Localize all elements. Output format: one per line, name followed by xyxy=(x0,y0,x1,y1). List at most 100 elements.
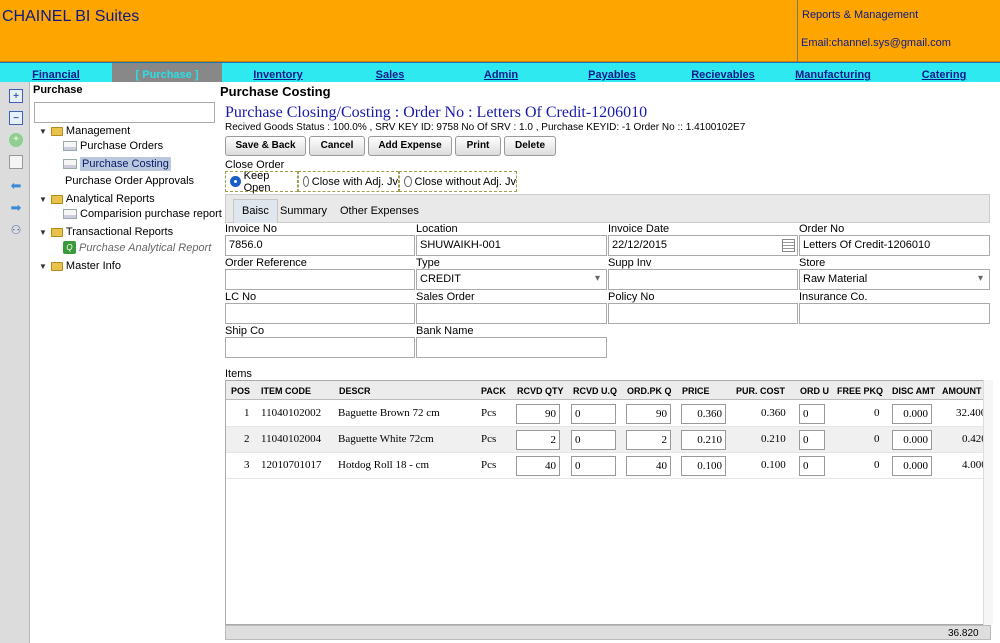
rcvd-uq-input[interactable]: 0 xyxy=(571,456,616,476)
disc-input[interactable]: 0.000 xyxy=(892,404,932,424)
nav-inventory[interactable]: Inventory xyxy=(228,69,328,81)
rcvd-qty-input[interactable]: 2 xyxy=(516,430,560,450)
tree-node-master-info[interactable]: ▼ Master Info xyxy=(39,260,121,272)
nav-purchase[interactable]: [ Purchase ] xyxy=(112,63,222,82)
cancel-button[interactable]: Cancel xyxy=(309,136,365,156)
document-icon xyxy=(63,159,77,169)
location-field[interactable]: SHUWAIKH-001 xyxy=(416,235,607,256)
radio-icon[interactable] xyxy=(303,176,309,187)
store-select[interactable]: Raw Material xyxy=(799,269,990,290)
total-amount: 36.820 xyxy=(948,628,979,639)
tree-node-management[interactable]: ▼ Management xyxy=(39,125,130,137)
tree-search-input[interactable] xyxy=(34,102,215,123)
radio-keep-open[interactable]: Keep Open xyxy=(225,170,298,194)
tab-summary[interactable]: Summary xyxy=(271,199,336,223)
radio-selected-icon[interactable] xyxy=(230,176,241,187)
cell-pur-cost: 0.100 xyxy=(761,459,786,471)
copy-icon[interactable] xyxy=(9,155,23,169)
col-rcvd-uq[interactable]: RCVD U.Q xyxy=(573,386,617,396)
disc-input[interactable]: 0.000 xyxy=(892,430,932,450)
tree-item-purchase-costing[interactable]: Purchase Costing xyxy=(63,157,171,171)
table-row[interactable]: 3 12010701017 Hotdog Roll 18 - cm Pcs 40… xyxy=(226,453,990,479)
insurance-co-field[interactable] xyxy=(799,303,990,324)
nav-recievables[interactable]: Recievables xyxy=(673,69,773,81)
tree-item-purchase-orders[interactable]: Purchase Orders xyxy=(63,140,163,152)
ord-pk-input[interactable]: 40 xyxy=(626,456,671,476)
col-ord-u[interactable]: ORD U xyxy=(800,386,829,396)
tree-node-transactional-reports[interactable]: ▼ Transactional Reports xyxy=(39,226,173,238)
expanded-arrow-icon[interactable]: ▼ xyxy=(39,228,47,237)
type-select[interactable]: CREDIT xyxy=(416,269,607,290)
users-icon[interactable]: ⚇ xyxy=(9,223,23,237)
rcvd-uq-input[interactable]: 0 xyxy=(571,404,616,424)
ord-pk-input[interactable]: 90 xyxy=(626,404,671,424)
order-reference-label: Order Reference xyxy=(225,257,307,269)
ord-u-input[interactable]: 0 xyxy=(799,430,825,450)
delete-button[interactable]: Delete xyxy=(504,136,556,156)
nav-payables[interactable]: Payables xyxy=(562,69,662,81)
col-pack[interactable]: PACK xyxy=(481,386,506,396)
order-reference-field[interactable] xyxy=(225,269,415,290)
nav-financial[interactable]: Financial xyxy=(6,69,106,81)
grid-scrollbar[interactable] xyxy=(983,380,993,625)
collapse-all-icon[interactable]: − xyxy=(9,111,23,125)
print-button[interactable]: Print xyxy=(455,136,501,156)
lc-no-field[interactable] xyxy=(225,303,415,324)
sales-order-field[interactable] xyxy=(416,303,607,324)
radio-close-without-adj[interactable]: Close without Adj. Jv xyxy=(399,171,517,192)
col-pur-cost[interactable]: PUR. COST xyxy=(736,386,785,396)
col-descr[interactable]: DESCR xyxy=(339,386,371,396)
col-price[interactable]: PRICE xyxy=(682,386,710,396)
add-expense-button[interactable]: Add Expense xyxy=(368,136,452,156)
supp-inv-field[interactable] xyxy=(608,269,798,290)
order-no-field[interactable]: Letters Of Credit-1206010 xyxy=(799,235,990,256)
reports-management-label: Reports & Management xyxy=(802,9,919,21)
col-amount[interactable]: AMOUNT xyxy=(942,386,982,396)
col-ord-pk[interactable]: ORD.PK Q xyxy=(627,386,675,396)
invoice-no-field[interactable]: 7856.0 xyxy=(225,235,415,256)
rcvd-uq-input[interactable]: 0 xyxy=(571,430,616,450)
expanded-arrow-icon[interactable]: ▼ xyxy=(39,195,47,204)
tree-node-analytical-reports[interactable]: ▼ Analytical Reports xyxy=(39,193,155,205)
nav-catering[interactable]: Catering xyxy=(894,69,994,81)
navigation-tree: Purchase ▼ Management Purchase Orders Pu… xyxy=(30,82,222,643)
tree-item-po-approvals[interactable]: Purchase Order Approvals xyxy=(65,175,194,187)
store-label: Store xyxy=(799,257,826,269)
invoice-date-field[interactable]: 22/12/2015 xyxy=(608,235,798,256)
table-row[interactable]: 2 11040102004 Baguette White 72cm Pcs 2 … xyxy=(226,427,990,453)
price-input[interactable]: 0.360 xyxy=(681,404,726,424)
add-icon[interactable]: + xyxy=(9,133,23,147)
expanded-arrow-icon[interactable]: ▼ xyxy=(39,127,47,136)
ord-u-input[interactable]: 0 xyxy=(799,456,825,476)
tree-item-purchase-analytical-report[interactable]: Q Purchase Analytical Report xyxy=(63,241,211,254)
col-rcvd-qty[interactable]: RCVD QTY xyxy=(517,386,564,396)
tree-item-comparison-report[interactable]: Comparision purchase report xyxy=(63,208,222,220)
ship-co-field[interactable] xyxy=(225,337,415,358)
rcvd-qty-input[interactable]: 90 xyxy=(516,404,560,424)
nav-sales[interactable]: Sales xyxy=(340,69,440,81)
expand-all-icon[interactable]: + xyxy=(9,89,23,103)
price-input[interactable]: 0.100 xyxy=(681,456,726,476)
ord-pk-input[interactable]: 2 xyxy=(626,430,671,450)
table-row[interactable]: 1 11040102002 Baguette Brown 72 cm Pcs 9… xyxy=(226,401,990,427)
radio-close-with-adj[interactable]: Close with Adj. Jv xyxy=(298,171,399,192)
nav-manufacturing[interactable]: Manufacturing xyxy=(783,69,883,81)
expanded-arrow-icon[interactable]: ▼ xyxy=(39,262,47,271)
disc-input[interactable]: 0.000 xyxy=(892,456,932,476)
arrow-right-icon[interactable]: ➡ xyxy=(9,201,23,215)
bank-name-field[interactable] xyxy=(416,337,607,358)
policy-no-field[interactable] xyxy=(608,303,798,324)
ord-u-input[interactable]: 0 xyxy=(799,404,825,424)
radio-icon[interactable] xyxy=(404,176,412,187)
col-free-pkq[interactable]: FREE PKQ xyxy=(837,386,883,396)
tab-other-expenses[interactable]: Other Expenses xyxy=(331,199,428,223)
rcvd-qty-input[interactable]: 40 xyxy=(516,456,560,476)
calendar-icon[interactable] xyxy=(782,239,795,252)
price-input[interactable]: 0.210 xyxy=(681,430,726,450)
nav-admin[interactable]: Admin xyxy=(451,69,551,81)
arrow-left-icon[interactable]: ⬅ xyxy=(9,179,23,193)
col-pos[interactable]: POS xyxy=(231,386,250,396)
col-item-code[interactable]: ITEM CODE xyxy=(261,386,311,396)
save-back-button[interactable]: Save & Back xyxy=(225,136,306,156)
col-disc-amt[interactable]: DISC AMT xyxy=(892,386,936,396)
